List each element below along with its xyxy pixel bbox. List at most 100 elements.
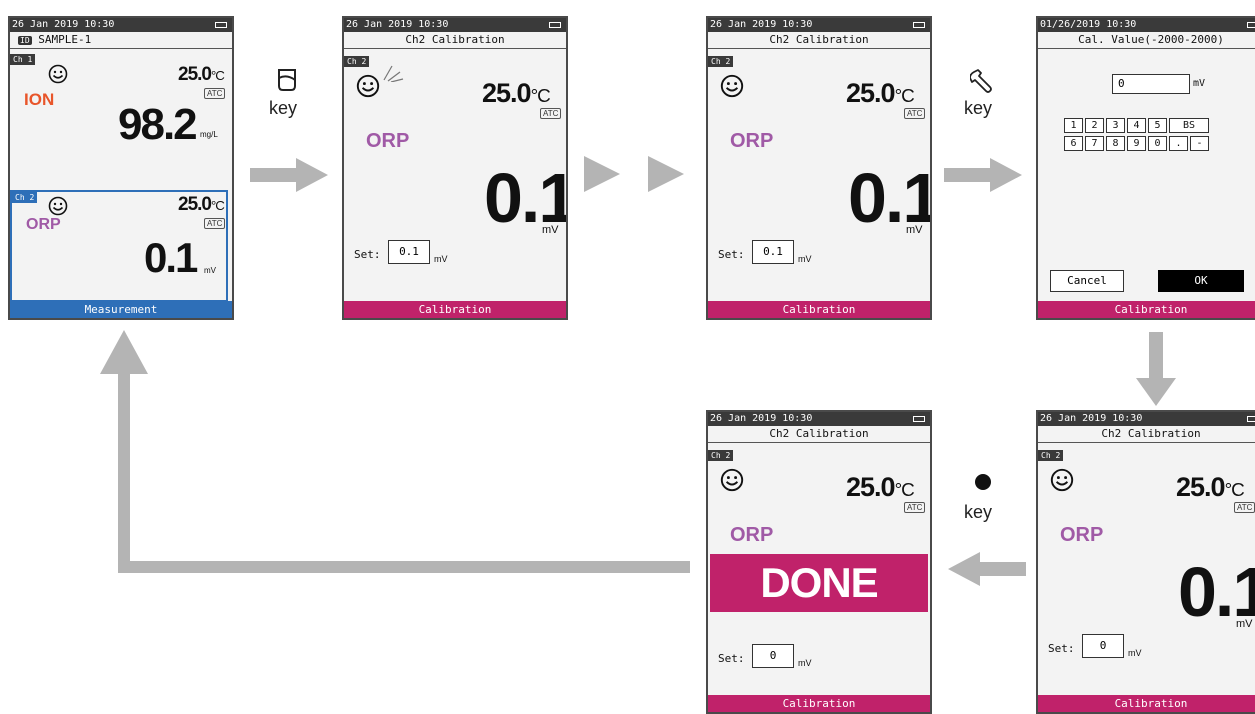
beaker-icon bbox=[278, 69, 296, 91]
sample-id-bar: ID SAMPLE-1 bbox=[10, 32, 232, 49]
channel-tag: Ch 2 bbox=[344, 56, 370, 67]
cancel-button[interactable]: Cancel bbox=[1050, 270, 1124, 292]
calibration-screen: 26 Jan 2019 10:30 Ch2 Calibration Ch 2 2… bbox=[1036, 410, 1255, 714]
atc-badge: ATC bbox=[540, 108, 562, 119]
parameter-name: ORP bbox=[730, 130, 774, 152]
ok-button[interactable]: OK bbox=[1158, 270, 1244, 292]
set-label: Set: bbox=[1048, 642, 1075, 655]
set-value-field[interactable]: 0.1 bbox=[752, 240, 794, 264]
unit: mV bbox=[1236, 618, 1253, 630]
right-arrow bbox=[944, 158, 1022, 192]
wrench-icon bbox=[970, 69, 992, 93]
input-unit: mV bbox=[1193, 78, 1206, 89]
done-banner: DONE bbox=[710, 554, 928, 612]
battery-icon bbox=[913, 22, 925, 28]
mode-bar: Measurement bbox=[10, 301, 232, 318]
battery-icon bbox=[1247, 416, 1255, 422]
channel-tag: Ch 1 bbox=[10, 54, 36, 65]
measurement-screen: 26 Jan 2019 10:30 ID SAMPLE-1 Ch 1 25.0°… bbox=[8, 16, 234, 320]
dot-icon bbox=[975, 474, 991, 490]
channel-tag: Ch 2 bbox=[1038, 450, 1064, 461]
mode-bar: Calibration bbox=[1038, 301, 1255, 318]
atc-badge: ATC bbox=[904, 502, 926, 513]
keypad-key-1[interactable]: 1 bbox=[1064, 118, 1083, 133]
battery-icon bbox=[913, 416, 925, 422]
keypad-key-6[interactable]: 6 bbox=[1064, 136, 1083, 151]
set-label: Set: bbox=[718, 248, 745, 261]
key-label: key bbox=[964, 98, 993, 118]
parameter-name: ORP bbox=[730, 524, 774, 546]
unit: mg/L bbox=[200, 130, 218, 139]
mode-bar: Calibration bbox=[344, 301, 566, 318]
value-input-field[interactable]: 0 bbox=[1112, 74, 1190, 94]
temperature: 25.0°C bbox=[482, 78, 551, 108]
set-value-field[interactable]: 0 bbox=[1082, 634, 1124, 658]
screen-title: Cal. Value(-2000-2000) bbox=[1038, 32, 1255, 49]
atc-badge: ATC bbox=[204, 218, 226, 229]
status-bar: 26 Jan 2019 10:30 bbox=[344, 18, 566, 32]
decimal-key[interactable]: . bbox=[1169, 136, 1188, 151]
keypad-key-9[interactable]: 9 bbox=[1127, 136, 1146, 151]
channel-tag: Ch 2 bbox=[708, 450, 734, 461]
down-arrow bbox=[1136, 332, 1176, 406]
set-label: Set: bbox=[718, 652, 745, 665]
return-arrow bbox=[100, 330, 690, 573]
id-badge: ID bbox=[18, 36, 32, 45]
set-value-field[interactable]: 0.1 bbox=[388, 240, 430, 264]
left-arrow bbox=[948, 552, 1026, 586]
calibration-screen: 26 Jan 2019 10:30 Ch2 Calibration Ch 2 2… bbox=[706, 16, 932, 320]
right-arrow bbox=[584, 156, 620, 192]
parameter-name: ION bbox=[24, 90, 55, 109]
parameter-name: ORP bbox=[1060, 524, 1104, 546]
keypad-key-8[interactable]: 8 bbox=[1106, 136, 1125, 151]
ch1-panel: Ch 1 25.0°C ATC ION 98.2 mg/L bbox=[10, 50, 232, 190]
keypad-key-3[interactable]: 3 bbox=[1106, 118, 1125, 133]
battery-icon bbox=[1247, 22, 1255, 28]
keypad-key-4[interactable]: 4 bbox=[1127, 118, 1146, 133]
mode-bar: Calibration bbox=[708, 695, 930, 712]
measurement-value: 98.2 bbox=[118, 100, 198, 149]
screen-title: Ch2 Calibration bbox=[708, 32, 930, 49]
temperature: 25.0°C bbox=[178, 64, 225, 85]
atc-badge: ATC bbox=[904, 108, 926, 119]
temperature: 25.0°C bbox=[846, 78, 915, 108]
minus-key[interactable]: - bbox=[1190, 136, 1209, 151]
channel-tag: Ch 2 bbox=[708, 56, 734, 67]
keypad-key-7[interactable]: 7 bbox=[1085, 136, 1104, 151]
keypad-key-0[interactable]: 0 bbox=[1148, 136, 1167, 151]
keypad-key-5[interactable]: 5 bbox=[1148, 118, 1167, 133]
battery-icon bbox=[549, 22, 561, 28]
set-unit: mV bbox=[1128, 648, 1142, 658]
status-bar: 01/26/2019 10:30 bbox=[1038, 18, 1255, 32]
status-bar: 26 Jan 2019 10:30 bbox=[708, 412, 930, 426]
smiley-icon bbox=[48, 196, 68, 216]
set-unit: mV bbox=[798, 254, 812, 264]
smiley-icon bbox=[1050, 468, 1074, 492]
screen-title: Ch2 Calibration bbox=[1038, 426, 1255, 443]
screen-title: Ch2 Calibration bbox=[344, 32, 566, 49]
set-unit: mV bbox=[434, 254, 448, 264]
channel-tag: Ch 2 bbox=[12, 192, 38, 203]
calibration-screen: 26 Jan 2019 10:30 Ch2 Calibration Ch 2 2… bbox=[342, 16, 568, 320]
parameter-name: ORP bbox=[366, 130, 410, 152]
smiley-icon bbox=[356, 74, 380, 98]
ch2-panel: Ch 2 25.0°C ATC ORP 0.1 mV bbox=[10, 190, 228, 302]
temperature: 25.0°C bbox=[1176, 472, 1245, 502]
parameter-name: ORP bbox=[26, 216, 61, 233]
set-value-field[interactable]: 0 bbox=[752, 644, 794, 668]
status-bar: 26 Jan 2019 10:30 bbox=[10, 18, 232, 32]
smiley-icon bbox=[720, 468, 744, 492]
right-arrow bbox=[250, 158, 328, 192]
backspace-key[interactable]: BS bbox=[1169, 118, 1209, 133]
status-bar: 26 Jan 2019 10:30 bbox=[1038, 412, 1255, 426]
smiley-icon bbox=[48, 64, 68, 84]
temperature: 25.0°C bbox=[846, 472, 915, 502]
keypad-key-2[interactable]: 2 bbox=[1085, 118, 1104, 133]
set-label: Set: bbox=[354, 248, 381, 261]
mode-bar: Calibration bbox=[708, 301, 930, 318]
status-bar: 26 Jan 2019 10:30 bbox=[708, 18, 930, 32]
calibration-value-input-screen: 01/26/2019 10:30 Cal. Value(-2000-2000) … bbox=[1036, 16, 1255, 320]
unit: mV bbox=[542, 224, 559, 236]
atc-badge: ATC bbox=[204, 88, 226, 99]
mode-bar: Calibration bbox=[1038, 695, 1255, 712]
